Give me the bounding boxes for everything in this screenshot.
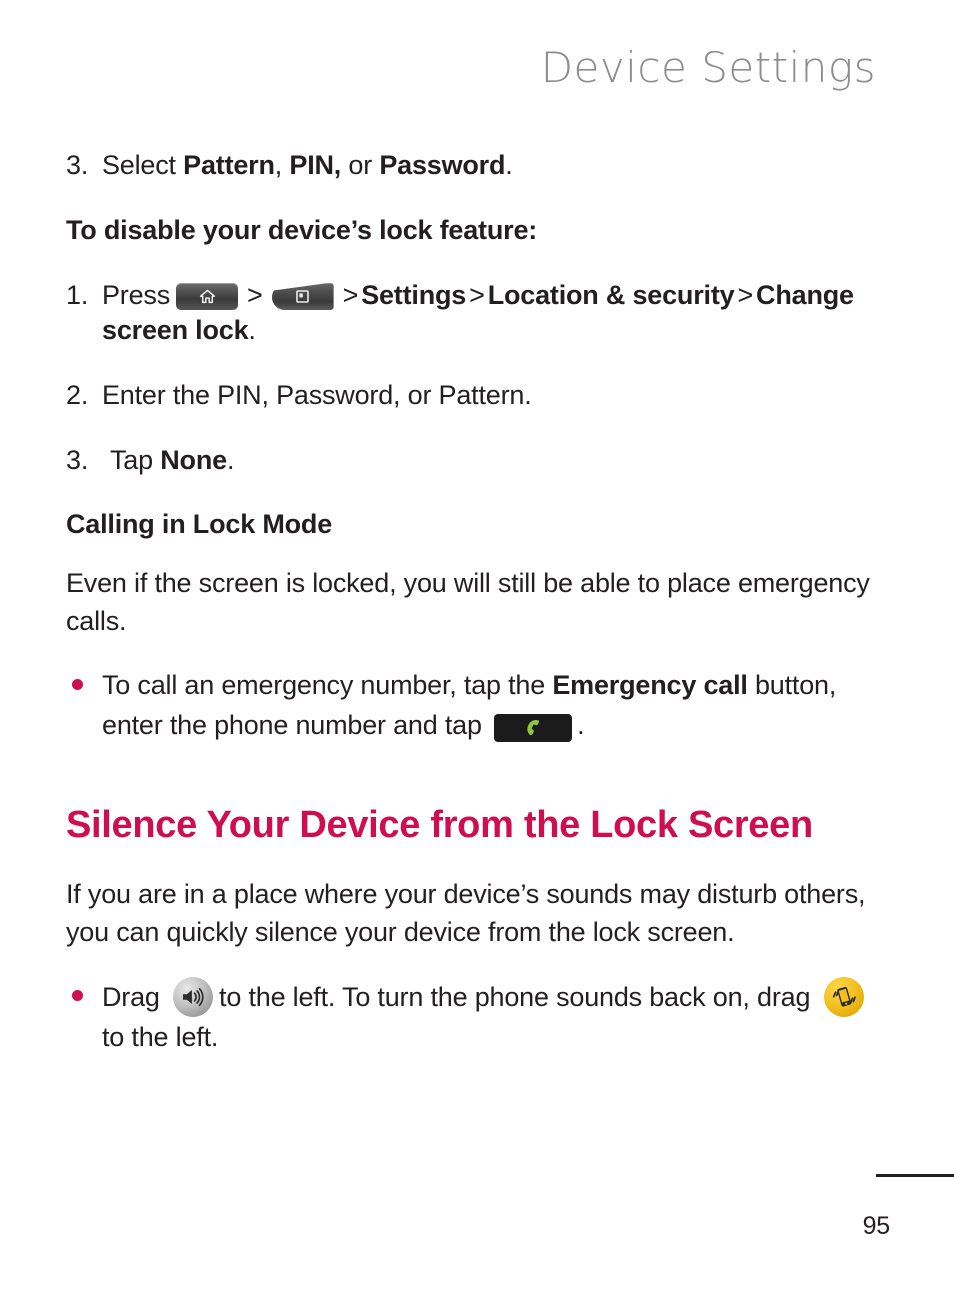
bold-location-security: Location & security [487,280,735,311]
footer-rule [876,1174,954,1177]
bullet-dot-icon [72,679,83,691]
speaker-on-icon [173,977,214,1018]
phone-handset-icon [494,713,573,742]
bullet-text-pre: Drag [102,982,168,1013]
sep-or: or [341,150,380,180]
bold-password: Password [379,150,506,180]
step-text-press: Press [102,280,171,311]
step-text-post: . [226,445,235,476]
page-running-header: Device Settings [540,43,876,92]
page-number: 95 [862,1212,891,1240]
bullet-dot-icon [72,990,83,1002]
step-number: 2. [66,380,89,411]
calling-paragraph: Even if the screen is locked, you will s… [66,567,870,636]
chevron-2: > [342,280,359,311]
bullet-text-post: to the left. [102,1021,219,1052]
chevron-4: > [737,280,754,311]
home-key-icon [176,283,239,311]
home-glyph [176,283,238,310]
bold-settings: Settings [361,280,467,311]
step-text-post: . [248,315,256,346]
chevron-3: > [469,280,485,311]
bullet-text-mid: to the left. To turn the phone sounds ba… [219,982,818,1013]
bullet-text-pre: To call an emergency number, tap the [102,670,553,701]
step-text-pre: Select [102,150,184,180]
bold-pattern: Pattern [183,150,275,180]
bullet-text-post: . [577,709,585,740]
speaker-glyph [173,977,213,1017]
page-content: 3. Select Pattern, PIN, or Password. To … [66,148,878,1077]
step-number: 1. [66,280,89,311]
section-heading-silence-device: Silence Your Device from the Lock Screen [66,804,813,847]
bullet-emergency-call: To call an emergency number, tap the Eme… [66,666,878,745]
step-number: 3. [66,445,89,476]
bold-emergency-call: Emergency call [552,670,748,701]
handset-glyph [494,714,572,742]
menu-key-icon [271,283,334,311]
step-select-lock-type: 3. Select Pattern, PIN, or Password. [66,148,878,183]
step-number: 3. [66,150,89,180]
bold-pin: PIN, [289,150,342,180]
subheading-calling-in-lock-mode: Calling in Lock Mode [66,508,333,539]
step-enter-credentials: 2. Enter the PIN, Password, or Pattern. [66,378,878,413]
vibrate-icon [823,977,864,1018]
document-page: Device Settings 3. Select Pattern, PIN, … [0,0,954,1291]
step-press-path: 1. Press > > Settings > Location & security > C… [66,278,878,348]
bold-none: None [160,445,227,476]
bullet-drag-to-silence: Drag to the left. To turn the phone soun… [66,977,878,1057]
disable-lock-lead: To disable your device’s lock feature: [66,215,538,246]
step-text-pre: Tap [110,445,161,476]
step-text-post: . [505,150,513,180]
silence-paragraph: If you are in a place where your device’… [66,878,866,948]
menu-glyph [272,283,334,310]
step-text: Enter the PIN, Password, or Pattern. [102,380,532,411]
step-tap-none: 3. Tap None. [66,443,878,478]
chevron-1: > [247,280,263,311]
sep-comma-1: , [274,150,290,180]
vibrate-glyph [824,977,864,1017]
